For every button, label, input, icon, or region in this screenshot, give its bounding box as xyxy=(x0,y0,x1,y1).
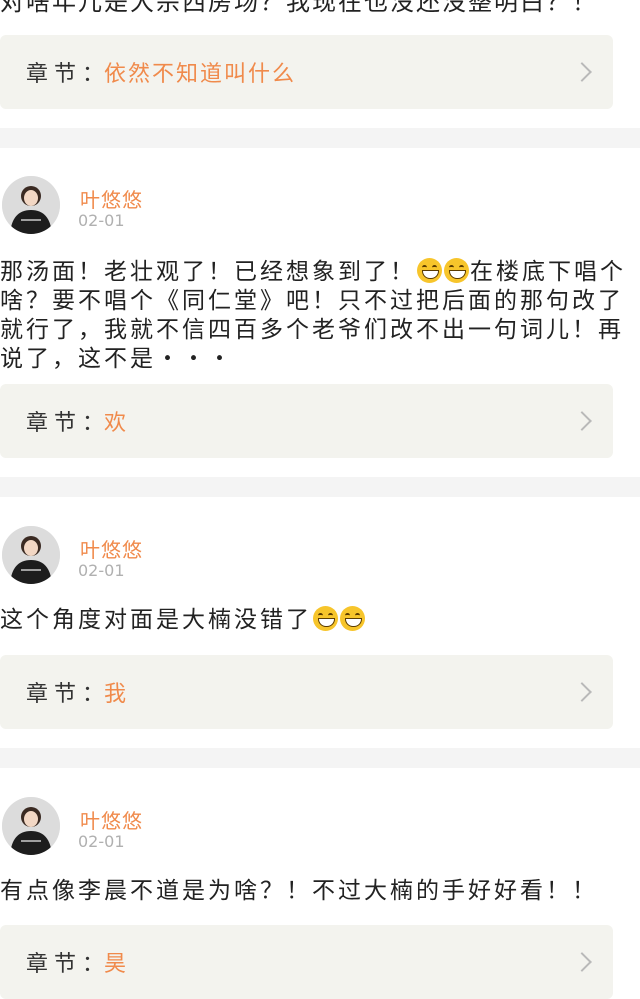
chapter-title: 依然不知道叫什么 xyxy=(104,62,297,87)
chevron-right-icon xyxy=(572,62,592,82)
chapter-title: 昊 xyxy=(104,952,129,977)
chapter-link[interactable]: 章节： 昊 xyxy=(0,925,613,999)
avatar[interactable] xyxy=(2,176,60,234)
section-divider xyxy=(0,748,640,768)
comment-content: 这个角度对面是大楠没错了 xyxy=(0,606,630,635)
comment-text: 有点像李晨不道是为啥？！不过大楠的手好好看！！ xyxy=(0,878,598,904)
section-divider xyxy=(0,477,640,497)
chapter-prefix-label: 章节： xyxy=(26,952,111,977)
chapter-prefix-label: 章节： xyxy=(26,682,111,707)
comment-content: 有点像李晨不道是为啥？！不过大楠的手好好看！！ xyxy=(0,877,630,906)
grinning-face-emoji-icon xyxy=(417,258,442,283)
previous-comment-text: 对啥年儿是大宗西房场？我现在也没还没整明白？！ xyxy=(0,0,598,16)
chevron-right-icon xyxy=(572,411,592,431)
grinning-face-emoji-icon xyxy=(340,606,365,631)
username[interactable]: 叶悠悠 xyxy=(80,805,143,834)
grinning-face-emoji-icon xyxy=(313,606,338,631)
chapter-prefix-label: 章节： xyxy=(26,411,111,436)
username[interactable]: 叶悠悠 xyxy=(80,534,143,563)
comment-text: 这个角度对面是大楠没错了 xyxy=(0,607,312,633)
chevron-right-icon xyxy=(572,952,592,972)
comment-date: 02-01 xyxy=(78,211,125,230)
chapter-link[interactable]: 章节： 依然不知道叫什么 xyxy=(0,35,613,109)
comment-text: 那汤面！老壮观了！已经想象到了！ xyxy=(0,259,416,285)
comment-date: 02-01 xyxy=(78,832,125,851)
chapter-title: 我 xyxy=(104,682,129,707)
comment-content: 那汤面！老壮观了！已经想象到了！ 在楼底下唱个啥？要不唱个《同仁堂》吧！只不过把后… xyxy=(0,258,630,374)
username[interactable]: 叶悠悠 xyxy=(80,184,143,213)
chapter-title: 欢 xyxy=(104,411,129,436)
chevron-right-icon xyxy=(572,682,592,702)
chapter-prefix-label: 章节： xyxy=(26,62,111,87)
chapter-link[interactable]: 章节： 我 xyxy=(0,655,613,729)
grinning-face-emoji-icon xyxy=(444,258,469,283)
avatar[interactable] xyxy=(2,797,60,855)
comment-date: 02-01 xyxy=(78,561,125,580)
chapter-link[interactable]: 章节： 欢 xyxy=(0,384,613,458)
avatar[interactable] xyxy=(2,526,60,584)
section-divider xyxy=(0,128,640,148)
